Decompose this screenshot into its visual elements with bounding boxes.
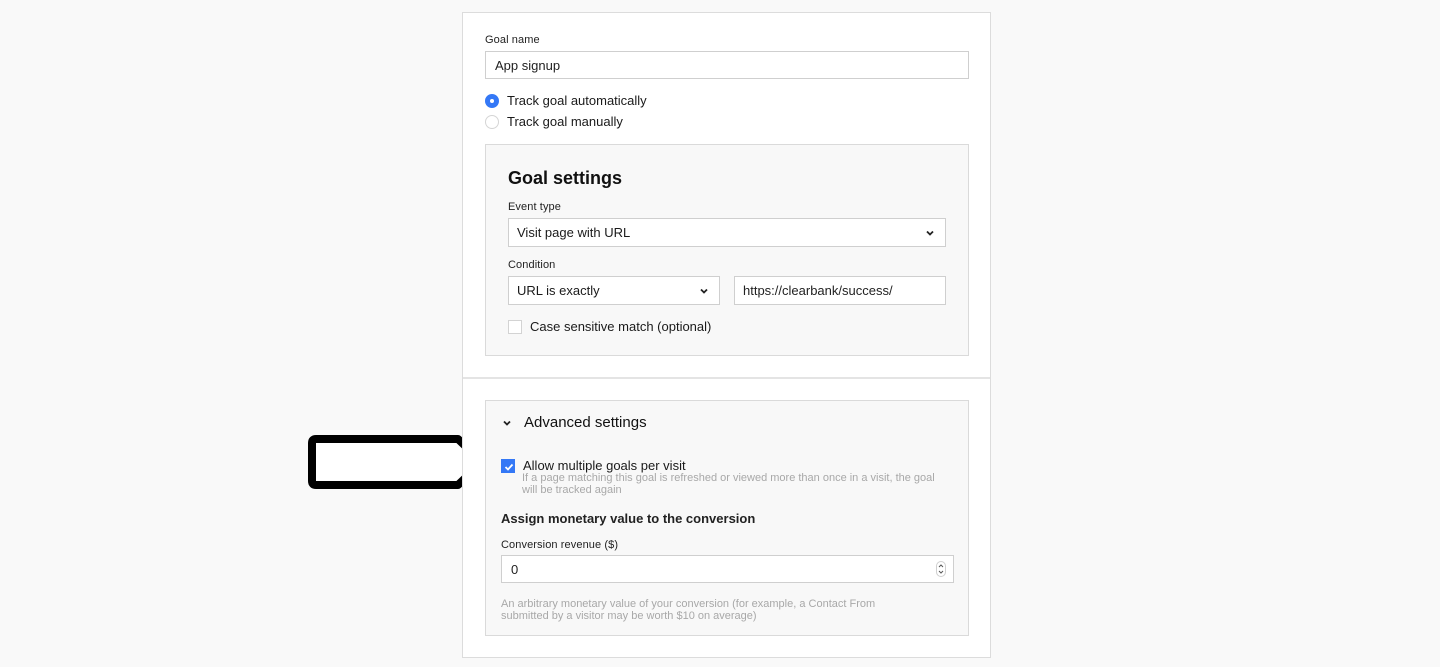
chevron-down-icon: [926, 230, 934, 236]
event-type-value: Visit page with URL: [517, 225, 631, 240]
goal-basic-section: Goal name App signup Track goal automati…: [463, 13, 990, 378]
goal-name-input[interactable]: App signup: [485, 51, 969, 79]
radio-checked-icon: [485, 93, 499, 108]
conversion-revenue-label: Conversion revenue ($): [501, 539, 619, 551]
allow-multiple-goals-hint: If a page matching this goal is refreshe…: [522, 472, 935, 496]
checkmark-icon: [504, 463, 514, 471]
track-manually-radio[interactable]: Track goal manually: [485, 114, 623, 129]
condition-url-value: https://clearbank/success/: [743, 283, 893, 298]
track-automatically-label: Track goal automatically: [507, 93, 647, 108]
monetary-value-heading: Assign monetary value to the conversion: [501, 511, 756, 526]
track-automatically-radio[interactable]: Track goal automatically: [485, 93, 647, 108]
condition-url-input[interactable]: https://clearbank/success/: [734, 276, 946, 305]
goal-name-label: Goal name: [485, 34, 540, 46]
condition-select[interactable]: URL is exactly: [508, 276, 720, 305]
radio-unchecked-icon: [485, 114, 499, 129]
checkbox-checked-icon: [501, 458, 515, 473]
track-manually-label: Track goal manually: [507, 114, 623, 129]
advanced-settings-title: Advanced settings: [524, 414, 647, 431]
condition-value: URL is exactly: [517, 283, 600, 298]
chevron-down-icon: [503, 420, 511, 426]
goal-form-card: Goal name App signup Track goal automati…: [462, 12, 991, 658]
condition-label: Condition: [508, 259, 556, 271]
advanced-settings-panel: Advanced settings Allow multiple goals p…: [485, 400, 969, 636]
conversion-revenue-value: 0: [511, 561, 519, 577]
conversion-revenue-hint: An arbitrary monetary value of your conv…: [501, 598, 876, 622]
case-sensitive-label: Case sensitive match (optional): [530, 319, 712, 334]
allow-multiple-goals-checkbox[interactable]: Allow multiple goals per visit: [501, 458, 686, 473]
chevron-down-icon: [700, 288, 708, 294]
goal-name-value: App signup: [495, 57, 561, 73]
allow-multiple-goals-label: Allow multiple goals per visit: [523, 458, 686, 473]
checkbox-unchecked-icon: [508, 319, 522, 334]
section-divider: [463, 377, 990, 379]
number-stepper-icon[interactable]: [936, 561, 946, 577]
goal-settings-panel: Goal settings Event type Visit page with…: [485, 144, 969, 356]
event-type-label: Event type: [508, 201, 561, 213]
advanced-settings-toggle[interactable]: Advanced settings: [502, 414, 647, 431]
event-type-select[interactable]: Visit page with URL: [508, 218, 946, 247]
conversion-revenue-input[interactable]: 0: [501, 555, 954, 583]
case-sensitive-checkbox[interactable]: Case sensitive match (optional): [508, 319, 711, 334]
goal-settings-title: Goal settings: [508, 168, 623, 188]
